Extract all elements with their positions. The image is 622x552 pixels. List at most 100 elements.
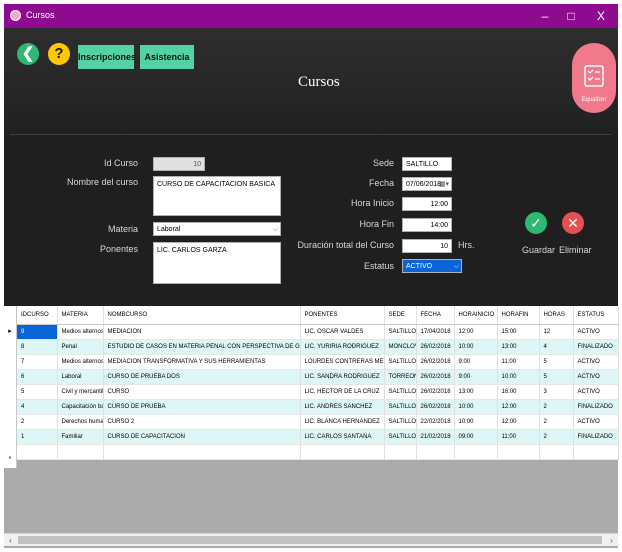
table-cell[interactable]: 26/02/2018 [416, 354, 455, 370]
table-cell[interactable]: 26/02/2018 [416, 369, 455, 385]
row-header[interactable]: ▸ [4, 324, 17, 340]
row-header[interactable] [4, 356, 17, 372]
table-cell[interactable]: 11:00 [497, 429, 540, 445]
table-cell[interactable]: SALTILLO [384, 429, 417, 445]
table-cell[interactable]: SALTILLO [384, 384, 417, 400]
back-button[interactable]: ❮ [17, 43, 39, 65]
materia-select[interactable]: Laboral ⌵ [153, 222, 281, 236]
scroll-right-icon[interactable]: › [605, 534, 618, 547]
table-cell[interactable]: 13:00 [497, 339, 540, 355]
table-cell[interactable]: CURSO [103, 384, 301, 400]
column-header[interactable]: HORAS [539, 306, 574, 325]
table-cell[interactable]: 26/02/2018 [416, 384, 455, 400]
table-cell[interactable]: LIC. OSCAR VALDES [300, 324, 385, 340]
table-cell[interactable]: 5 [17, 384, 58, 400]
table-row[interactable]: 5 Civil y mercantil CURSO LIC. HECTOR DE LA… [17, 384, 619, 400]
table-cell[interactable]: 8 [17, 339, 58, 355]
table-cell[interactable]: SALTILLO [384, 354, 417, 370]
minimize-button[interactable]: – [532, 7, 558, 25]
table-cell[interactable]: Civil y mercantil [57, 384, 104, 400]
table-cell[interactable]: 12:00 [497, 414, 540, 430]
table-cell[interactable]: 16:00 [497, 384, 540, 400]
table-cell[interactable]: 2 [17, 414, 58, 430]
horizontal-scrollbar[interactable]: ‹ › [4, 533, 618, 546]
row-header[interactable] [4, 420, 17, 436]
ponentes-field[interactable]: LIC. CARLOS GARZA [153, 242, 281, 284]
eliminar-label[interactable]: Eliminar [559, 245, 592, 255]
column-header[interactable]: FECHA [416, 306, 455, 325]
table-cell[interactable]: SALTILLO [384, 324, 417, 340]
table-cell[interactable]: ACTIVO [573, 414, 619, 430]
table-cell[interactable]: Familiar [57, 429, 104, 445]
new-row[interactable] [17, 444, 619, 460]
column-header[interactable]: IDCURSO [17, 306, 58, 325]
table-cell[interactable]: 13:00 [454, 384, 498, 400]
close-button[interactable]: X [588, 7, 614, 25]
table-row[interactable]: 1 Familiar CURSO DE CAPACITACION LIC. CARLO… [17, 429, 619, 445]
table-cell[interactable]: 2 [539, 399, 574, 415]
table-cell[interactable]: TORREON [384, 369, 417, 385]
table-cell[interactable]: 26/02/2018 [416, 399, 455, 415]
table-cell[interactable]: 22/02/2018 [416, 414, 455, 430]
row-header-corner[interactable] [4, 306, 17, 324]
table-cell[interactable]: MEDIACION [103, 324, 301, 340]
table-cell[interactable]: 1 [17, 429, 58, 445]
table-cell[interactable]: Laboral [57, 369, 104, 385]
table-cell[interactable] [300, 444, 385, 460]
table-cell[interactable]: SALTILLO [384, 399, 417, 415]
table-cell[interactable]: 4 [539, 339, 574, 355]
table-cell[interactable]: MEDIACION TRANSFORMATIVA Y SUS HERRAMIEN… [103, 354, 301, 370]
table-cell[interactable]: 5 [539, 369, 574, 385]
table-cell[interactable]: LIC. ANDRES SANCHEZ [300, 399, 385, 415]
table-row[interactable]: 9 Medios alternos MEDIACION LIC. OSCAR VALD… [17, 324, 619, 340]
nav-asistencia-button[interactable]: Asistencia [140, 45, 194, 69]
duracion-field[interactable]: 10 [402, 239, 452, 253]
table-cell[interactable]: 10:00 [454, 414, 498, 430]
table-cell[interactable]: MONCLOVA [384, 339, 417, 355]
table-cell[interactable]: Derechos humanos [57, 414, 104, 430]
table-cell[interactable]: 10:00 [454, 399, 498, 415]
row-header-new[interactable]: * [4, 452, 17, 468]
table-cell[interactable]: 9:00 [454, 354, 498, 370]
table-cell[interactable]: Medios alternos [57, 324, 104, 340]
table-cell[interactable]: CURSO DE PRUEBA DOS [103, 369, 301, 385]
nav-inscripciones-button[interactable]: Inscripciones [78, 45, 136, 69]
table-row[interactable]: 2Derechos humanosCURSO 2LIC. BLANCA HERN… [17, 414, 619, 430]
table-cell[interactable] [17, 444, 58, 460]
table-cell[interactable]: 10:00 [497, 369, 540, 385]
table-cell[interactable]: Penal [57, 339, 104, 355]
equalizer-button[interactable]: Equalizer [572, 43, 616, 113]
table-cell[interactable] [57, 444, 104, 460]
table-cell[interactable]: 5 [539, 354, 574, 370]
table-cell[interactable]: ESTUDIO DE CASOS EN MATERIA PENAL CON PE… [103, 339, 301, 355]
row-header[interactable] [4, 436, 17, 452]
table-row[interactable]: 4Capacitación básicaCURSO DE PRUEBALIC. … [17, 399, 619, 415]
table-cell[interactable] [573, 444, 619, 460]
guardar-label[interactable]: Guardar [522, 245, 555, 255]
table-cell[interactable]: 12:00 [497, 399, 540, 415]
table-cell[interactable]: 9:00 [454, 369, 498, 385]
table-cell[interactable]: ACTIVO [573, 354, 619, 370]
column-header[interactable]: ESTATUS [573, 306, 619, 325]
table-cell[interactable]: 12:00 [454, 324, 498, 340]
estatus-select[interactable]: ACTIVO ⌵ [402, 259, 462, 273]
table-cell[interactable]: ACTIVO [573, 369, 619, 385]
table-cell[interactable]: 9 [17, 324, 58, 340]
table-cell[interactable]: 7 [17, 354, 58, 370]
table-cell[interactable]: Capacitación básica [57, 399, 104, 415]
column-header[interactable]: HORAFIN [497, 306, 540, 325]
table-row[interactable]: 7 Medios alternos MEDIACION TRANSFORMATIVA… [17, 354, 619, 370]
table-cell[interactable] [384, 444, 417, 460]
table-cell[interactable]: 12 [539, 324, 574, 340]
table-cell[interactable]: ACTIVO [573, 384, 619, 400]
column-header[interactable]: SEDE [384, 306, 417, 325]
table-cell[interactable]: 09:00 [454, 429, 498, 445]
table-cell[interactable]: Medios alternos [57, 354, 104, 370]
table-cell[interactable]: FINALIZADO [573, 339, 619, 355]
table-cell[interactable]: CURSO 2 [103, 414, 301, 430]
table-cell[interactable] [416, 444, 455, 460]
guardar-button[interactable]: ✓ [525, 212, 547, 234]
table-cell[interactable] [497, 444, 540, 460]
row-header[interactable] [4, 372, 17, 388]
help-button[interactable]: ? [48, 43, 70, 65]
